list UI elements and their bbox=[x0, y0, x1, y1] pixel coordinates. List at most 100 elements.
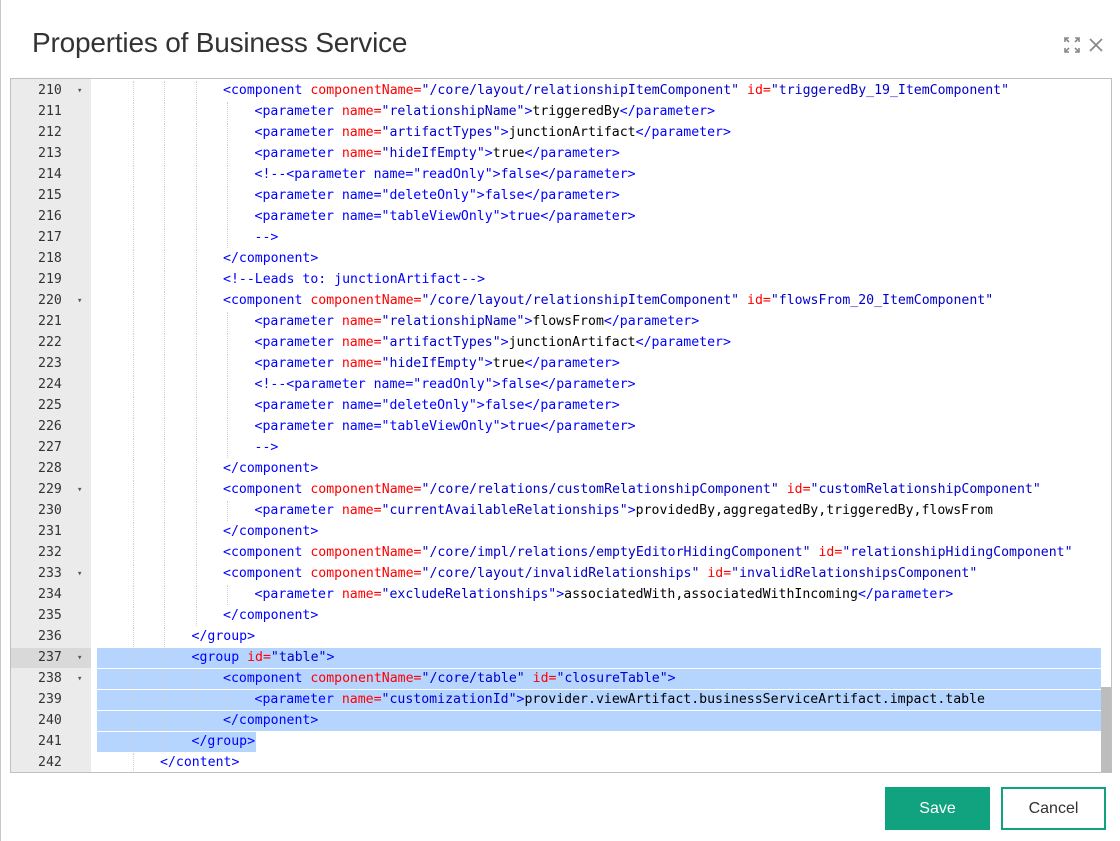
indent-guide bbox=[164, 228, 165, 248]
dialog-title: Properties of Business Service bbox=[32, 27, 408, 58]
dialog-header: Properties of Business Service bbox=[1, 0, 1120, 78]
code-line[interactable]: 237 ▾ <group id="table"> bbox=[11, 648, 1103, 668]
code-token: <component bbox=[223, 671, 311, 686]
code-line[interactable]: 219 <!--Leads to: junctionArtifact--> bbox=[11, 270, 1103, 290]
indent-guide bbox=[164, 522, 165, 542]
code-line[interactable]: 220 ▾ <component componentName="/core/layo… bbox=[11, 291, 1103, 311]
cancel-button[interactable]: Cancel bbox=[1001, 787, 1106, 830]
code-token: name= bbox=[341, 104, 382, 119]
line-number: 231 bbox=[38, 524, 62, 539]
expand-icon[interactable] bbox=[1063, 36, 1081, 54]
code-line[interactable]: 241 </group> bbox=[11, 732, 1103, 752]
code-line[interactable]: 233 ▾ <component componentName="/core/layo… bbox=[11, 564, 1103, 584]
line-number: 216 bbox=[38, 209, 62, 224]
code-line[interactable]: 242 </content> bbox=[11, 753, 1103, 772]
line-number: 240 bbox=[38, 713, 62, 728]
indent-guide bbox=[195, 585, 197, 605]
code-line[interactable]: 221 <parameter name="relationshipName">fl… bbox=[11, 312, 1103, 332]
code-line[interactable]: 238 ▾ <component componentName="/core/tabl… bbox=[11, 669, 1103, 689]
code-line[interactable]: 231 </component> bbox=[11, 522, 1103, 542]
save-button[interactable]: Save bbox=[885, 787, 990, 830]
code-token: id= bbox=[739, 293, 771, 308]
code-token: associatedWith,associatedWithIncoming bbox=[564, 587, 858, 602]
indent-guide bbox=[227, 375, 228, 395]
code-line[interactable]: 227 --> bbox=[11, 438, 1103, 458]
code-line[interactable]: 213 <parameter name="hideIfEmpty">true</p… bbox=[11, 144, 1103, 164]
code-editor[interactable]: 210 ▾ <component componentName="/core/layo… bbox=[10, 78, 1112, 773]
code-token: "/core/impl/relations/emptyEditorHidingC… bbox=[421, 545, 811, 560]
code-text: <parameter name="relationshipName">flows… bbox=[255, 312, 700, 332]
code-line[interactable]: 235 </component> bbox=[11, 606, 1103, 626]
code-line[interactable]: 211 <parameter name="relationshipName">tr… bbox=[11, 102, 1103, 122]
indent-guide bbox=[195, 417, 197, 437]
code-text: <parameter name="hideIfEmpty">true</para… bbox=[255, 144, 620, 164]
code-line[interactable]: 217 --> bbox=[11, 228, 1103, 248]
code-line[interactable]: 240 </component> bbox=[11, 711, 1103, 731]
indent-guide bbox=[195, 165, 197, 185]
indent-guide bbox=[227, 165, 228, 185]
code-line[interactable]: 232 <component componentName="/core/impl/… bbox=[11, 543, 1103, 563]
indent-guide bbox=[132, 438, 134, 458]
code-line[interactable]: 224 <!--<parameter name="readOnly">false<… bbox=[11, 375, 1103, 395]
code-token: <component bbox=[223, 83, 311, 98]
code-line[interactable]: 226 <parameter name="tableViewOnly">true<… bbox=[11, 417, 1103, 437]
indent-guide bbox=[164, 480, 165, 500]
fold-toggle-icon[interactable]: ▾ bbox=[77, 291, 82, 311]
code-line[interactable]: 223 <parameter name="hideIfEmpty">true</p… bbox=[11, 354, 1103, 374]
indent-guide bbox=[164, 732, 165, 752]
indent-guide bbox=[195, 312, 197, 332]
code-text: <!--<parameter name="readOnly">false</pa… bbox=[255, 165, 636, 185]
code-token: </parameter> bbox=[619, 104, 716, 119]
code-line[interactable]: 212 <parameter name="artifactTypes">junct… bbox=[11, 123, 1103, 143]
code-token: "artifactTypes" bbox=[381, 335, 501, 350]
fold-toggle-icon[interactable]: ▾ bbox=[77, 81, 82, 101]
code-token: <component bbox=[223, 545, 311, 560]
indent-guide bbox=[195, 333, 197, 353]
indent-guide bbox=[195, 249, 197, 269]
code-line[interactable]: 230 <parameter name="currentAvailableRela… bbox=[11, 501, 1103, 521]
indent-guide bbox=[132, 690, 134, 710]
vertical-scroll-thumb[interactable] bbox=[1101, 687, 1111, 772]
indent-guide bbox=[164, 354, 165, 374]
code-text: </component> bbox=[223, 711, 318, 731]
vertical-scrollbar[interactable] bbox=[1101, 79, 1111, 772]
indent-guide bbox=[227, 228, 228, 248]
code-token: "/core/relations/customRelationshipCompo… bbox=[421, 482, 779, 497]
code-line[interactable]: 214 <!--<parameter name="readOnly">false<… bbox=[11, 165, 1103, 185]
code-token: <parameter name="tableViewOnly">true</pa… bbox=[254, 209, 636, 224]
fold-toggle-icon[interactable]: ▾ bbox=[77, 480, 82, 500]
code-token: "flowsFrom_20_ItemComponent" bbox=[770, 293, 994, 308]
code-line[interactable]: 228 </component> bbox=[11, 459, 1103, 479]
code-line[interactable]: 225 <parameter name="deleteOnly">false</p… bbox=[11, 396, 1103, 416]
code-token: componentName= bbox=[310, 293, 422, 308]
code-token: name= bbox=[341, 335, 382, 350]
indent-guide bbox=[195, 207, 197, 227]
indent-guide bbox=[164, 438, 165, 458]
indent-guide bbox=[132, 669, 134, 689]
code-line[interactable]: 218 </component> bbox=[11, 249, 1103, 269]
code-token: name= bbox=[341, 692, 382, 707]
code-text: </group> bbox=[192, 732, 256, 752]
close-icon[interactable] bbox=[1087, 36, 1105, 54]
code-line[interactable]: 215 <parameter name="deleteOnly">false</p… bbox=[11, 186, 1103, 206]
indent-guide bbox=[164, 207, 165, 227]
code-line[interactable]: 222 <parameter name="artifactTypes">junct… bbox=[11, 333, 1103, 353]
indent-guide bbox=[195, 606, 197, 626]
indent-guide bbox=[164, 501, 165, 521]
code-lines[interactable]: 210 ▾ <component componentName="/core/layo… bbox=[11, 79, 1103, 772]
code-line[interactable]: 216 <parameter name="tableViewOnly">true<… bbox=[11, 207, 1103, 227]
code-line[interactable]: 234 <parameter name="excludeRelationships… bbox=[11, 585, 1103, 605]
code-line[interactable]: 210 ▾ <component componentName="/core/layo… bbox=[11, 81, 1103, 101]
code-line[interactable]: 239 <parameter name="customizationId">pro… bbox=[11, 690, 1103, 710]
indent-guide bbox=[195, 270, 197, 290]
indent-guide bbox=[132, 207, 134, 227]
code-token: <parameter bbox=[254, 314, 342, 329]
dialog-footer: Save Cancel bbox=[1, 773, 1120, 841]
code-token: </parameter> bbox=[603, 314, 700, 329]
code-line[interactable]: 229 ▾ <component componentName="/core/rela… bbox=[11, 480, 1103, 500]
fold-toggle-icon[interactable]: ▾ bbox=[77, 648, 82, 668]
fold-toggle-icon[interactable]: ▾ bbox=[77, 564, 82, 584]
code-token: componentName= bbox=[310, 83, 422, 98]
code-line[interactable]: 236 </group> bbox=[11, 627, 1103, 647]
fold-toggle-icon[interactable]: ▾ bbox=[77, 669, 82, 689]
